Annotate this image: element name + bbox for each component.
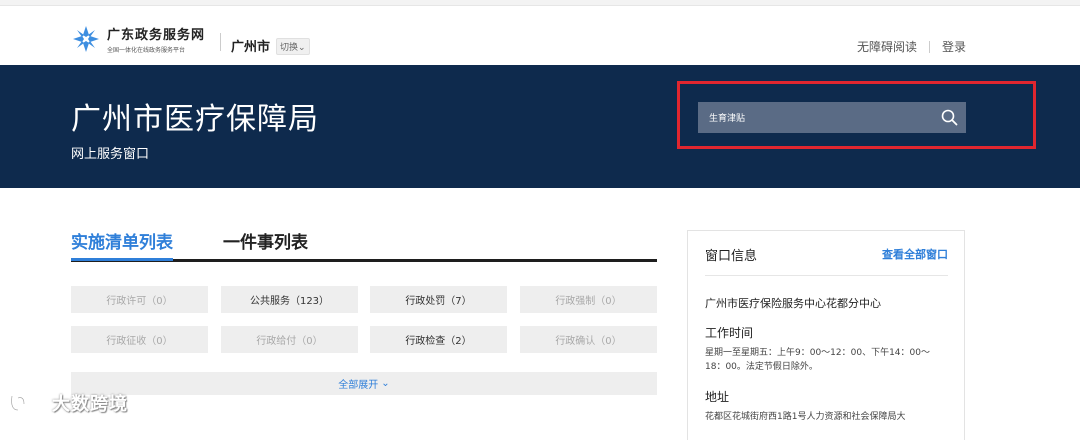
accessibility-link[interactable]: 无障碍阅读 bbox=[857, 38, 917, 55]
logo-subtitle: 全国一体化在线政务服务平台 bbox=[107, 47, 186, 54]
page-subtitle: 网上服务窗口 bbox=[71, 147, 150, 162]
city-switch-label: 切换 bbox=[280, 43, 299, 53]
category-item[interactable]: 行政给付（0） bbox=[221, 326, 358, 353]
panel-title: 窗口信息 bbox=[705, 249, 758, 264]
site-logo[interactable]: 广东政务服务网 全国一体化在线政务服务平台 bbox=[71, 24, 205, 54]
login-link[interactable]: 登录 bbox=[942, 38, 966, 55]
view-all-windows-link[interactable]: 查看全部窗口 bbox=[882, 246, 948, 262]
category-item[interactable]: 行政处罚（7） bbox=[370, 286, 507, 313]
tab-one-thing-list[interactable]: 一件事列表 bbox=[223, 228, 308, 253]
category-item[interactable]: 行政确认（0） bbox=[520, 326, 657, 353]
hours-label: 工作时间 bbox=[705, 326, 754, 340]
address-text: 花都区花城街府西1路1号人力资源和社会保障局大 bbox=[705, 412, 906, 422]
category-item[interactable]: 公共服务（123） bbox=[221, 286, 358, 313]
tab-implementation-list[interactable]: 实施清单列表 bbox=[71, 228, 173, 261]
list-tabs: 实施清单列表 一件事列表 bbox=[71, 228, 657, 262]
top-bar: 广东政务服务网 全国一体化在线政务服务平台 广州市 切换⌄ 无障碍阅读 登录 bbox=[0, 6, 1080, 64]
divider bbox=[928, 40, 930, 53]
logo-title: 广东政务服务网 bbox=[107, 28, 206, 43]
search-icon[interactable] bbox=[941, 109, 958, 126]
city-switch-button[interactable]: 切换⌄ bbox=[276, 38, 310, 55]
watermark-logo-icon bbox=[10, 395, 46, 412]
divider bbox=[220, 33, 221, 51]
hero-banner: 广州市医疗保障局 网上服务窗口 bbox=[0, 65, 1080, 188]
hours-text: 星期一至星期五：上午9：00～12：00、下午14：00～18：00。法定节假日… bbox=[705, 348, 930, 372]
window-name: 广州市医疗保险服务中心花都分中心 bbox=[705, 297, 881, 310]
category-item[interactable]: 行政许可（0） bbox=[71, 286, 208, 313]
expand-all-label: 全部展开 bbox=[338, 380, 379, 391]
chevron-down-icon: ⌄ bbox=[381, 378, 390, 389]
search-input[interactable] bbox=[698, 102, 934, 133]
watermark-text: 大数跨境 bbox=[52, 394, 128, 415]
address-label: 地址 bbox=[705, 390, 730, 404]
expand-all-button[interactable]: 全部展开 ⌄ bbox=[71, 372, 657, 395]
category-item[interactable]: 行政强制（0） bbox=[520, 286, 657, 313]
window-info-panel: 窗口信息 查看全部窗口 广州市医疗保险服务中心花都分中心 工作时间 星期一至星期… bbox=[687, 230, 965, 440]
page-title: 广州市医疗保障局 bbox=[71, 102, 319, 137]
logo-icon bbox=[73, 26, 99, 52]
search-box bbox=[698, 102, 966, 133]
category-item[interactable]: 行政征收（0） bbox=[71, 326, 208, 353]
current-city: 广州市 bbox=[231, 40, 271, 55]
watermark: 大数跨境 bbox=[8, 390, 128, 416]
chevron-down-icon: ⌄ bbox=[298, 43, 306, 53]
category-item[interactable]: 行政检查（2） bbox=[370, 326, 507, 353]
